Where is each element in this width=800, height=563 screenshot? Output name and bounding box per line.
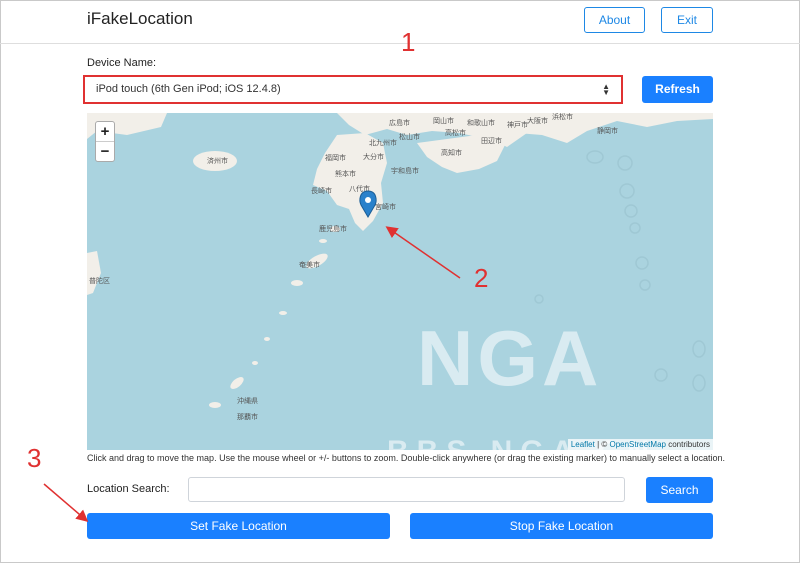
- device-select[interactable]: iPod touch (6th Gen iPod; iOS 12.4.8) ▲ ▼: [88, 80, 618, 99]
- app-title: iFakeLocation: [87, 9, 193, 28]
- map-label: 高知市: [441, 148, 462, 157]
- map-label: 済州市: [207, 156, 228, 165]
- osm-link[interactable]: OpenStreetMap: [609, 440, 665, 449]
- location-search-input[interactable]: [188, 477, 625, 502]
- map-label: 奄美市: [299, 260, 320, 269]
- map-label: 静岡市: [597, 126, 618, 135]
- zoom-control: + −: [95, 121, 115, 162]
- map-label: 広島市: [389, 118, 410, 127]
- zoom-in-button[interactable]: +: [96, 122, 114, 142]
- map-label: 宮崎市: [375, 202, 396, 211]
- search-button[interactable]: Search: [646, 477, 713, 503]
- map-label: 大阪市: [527, 116, 548, 125]
- map-label: 熊本市: [335, 169, 356, 178]
- map-label: 長崎市: [311, 186, 332, 195]
- map-label: 岡山市: [433, 116, 454, 125]
- device-select-highlight: iPod touch (6th Gen iPod; iOS 12.4.8) ▲ ▼: [83, 75, 623, 104]
- map-attribution: Leaflet | © OpenStreetMap contributors: [567, 439, 713, 450]
- map-label: 田辺市: [481, 136, 502, 145]
- leaflet-link[interactable]: Leaflet: [571, 440, 595, 449]
- map-label: 普陀区: [89, 276, 110, 285]
- map-label: 浜松市: [552, 113, 573, 121]
- attribution-suffix: contributors: [665, 440, 710, 449]
- attribution-sep: | ©: [594, 440, 610, 449]
- annotation-1: 1: [401, 27, 416, 57]
- map-label: 神戸市: [507, 120, 528, 129]
- exit-button[interactable]: Exit: [661, 7, 713, 33]
- select-arrows-icon: ▲ ▼: [602, 82, 610, 97]
- zoom-out-button[interactable]: −: [96, 142, 114, 162]
- device-select-value: iPod touch (6th Gen iPod; iOS 12.4.8): [96, 83, 281, 95]
- map-label: 宇和島市: [391, 166, 419, 175]
- map-label: 大分市: [363, 152, 384, 161]
- map-label: 和歌山市: [467, 118, 495, 127]
- map-help-text: Click and drag to move the map. Use the …: [87, 453, 726, 463]
- header: iFakeLocation About Exit: [0, 0, 800, 44]
- refresh-button[interactable]: Refresh: [642, 76, 713, 103]
- about-button[interactable]: About: [584, 7, 645, 33]
- location-search-label: Location Search:: [87, 483, 170, 495]
- map-label: 北九州市: [369, 138, 397, 147]
- map[interactable]: 広島市 岡山市 神戸市 大阪市 浜松市 北九州市 松山市 高松市 和歌山市 静岡…: [87, 113, 713, 450]
- set-fake-location-button[interactable]: Set Fake Location: [87, 513, 390, 539]
- map-label: 福岡市: [325, 153, 346, 162]
- map-tiles: 広島市 岡山市 神戸市 大阪市 浜松市 北九州市 松山市 高松市 和歌山市 静岡…: [87, 113, 713, 421]
- device-name-label: Device Name:: [87, 57, 157, 69]
- map-label: 高松市: [445, 128, 466, 137]
- stop-fake-location-button[interactable]: Stop Fake Location: [410, 513, 713, 539]
- map-label: 鹿児島市: [319, 224, 347, 233]
- annotation-2: 2: [474, 263, 489, 293]
- map-label: 松山市: [399, 132, 420, 141]
- annotation-3: 3: [27, 443, 42, 473]
- map-label: 沖縄県: [237, 396, 258, 405]
- watermark: NGA: [417, 314, 603, 402]
- map-label: 那覇市: [237, 412, 258, 421]
